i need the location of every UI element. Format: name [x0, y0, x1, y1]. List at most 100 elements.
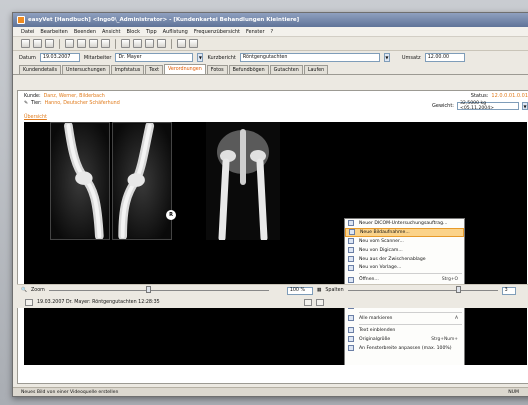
context-menu-item[interactable]: Neuer DICOM-Untersuchungsauftrag... [345, 219, 464, 228]
xray-image-1[interactable] [50, 122, 110, 240]
menu-item[interactable]: Datei [21, 29, 34, 35]
close-icon[interactable] [177, 39, 186, 48]
kunde-link[interactable]: Danz, Werner, Bilderbach [44, 94, 105, 99]
zoom-value[interactable]: 100 % [286, 286, 313, 295]
menu-item[interactable]: ? [271, 29, 274, 35]
redo-icon[interactable] [133, 39, 142, 48]
xray-image-3[interactable] [206, 122, 280, 240]
tab[interactable]: Gutachten [269, 65, 303, 74]
tier-link[interactable]: Hanno, Deutscher Schäferhund [45, 101, 120, 106]
mitarbeiter-field[interactable]: Dr. Mayer [115, 53, 194, 62]
tab[interactable]: Text [145, 65, 163, 74]
toolbar [13, 37, 528, 51]
zoom-label: Zoom [30, 288, 45, 293]
spalten-icon: ▦ [316, 288, 322, 293]
menu-item[interactable]: Tipp [146, 29, 157, 35]
search-icon[interactable] [157, 39, 166, 48]
menu-item[interactable]: Block [126, 29, 140, 35]
grid-icon[interactable] [145, 39, 154, 48]
image-viewer[interactable]: R Neuer DICOM-Untersuchungsauftrag... Neu… [24, 122, 527, 365]
context-menu-label: Neu vom Scanner... [359, 238, 404, 244]
paste-icon[interactable] [89, 39, 98, 48]
tab[interactable]: Befundbögen [228, 65, 269, 74]
weight-area: Gewicht: 32,5000 kg <05.11.2004> ▼ [432, 101, 528, 111]
context-menu-label: Neuer DICOM-Untersuchungsauftrag... [359, 220, 448, 226]
context-menu-item[interactable]: Alle markieren A [345, 314, 464, 323]
status-value: 12.0.0.01.0.01 [491, 93, 528, 99]
next-icon[interactable] [315, 298, 324, 306]
print-icon[interactable] [101, 39, 110, 48]
undo-icon[interactable] [121, 39, 130, 48]
copy-icon[interactable] [77, 39, 86, 48]
spalten-slider[interactable] [347, 285, 498, 294]
gewicht-field[interactable]: 32,5000 kg <05.11.2004> [457, 101, 519, 111]
patient-info: Kunde: Danz, Werner, Bilderbach ✎ Tier: … [18, 91, 528, 113]
context-menu-item[interactable]: Neu von Digicam... [345, 246, 464, 255]
menu-item[interactable]: Ansicht [102, 29, 120, 35]
prev-icon[interactable] [303, 298, 312, 306]
menu-item[interactable]: Fenster [246, 29, 265, 35]
menu-item[interactable]: Frequenzübersicht [194, 29, 240, 35]
context-menu-item[interactable]: Originalgröße Strg+Num+ [345, 335, 464, 344]
chevron-down-icon[interactable]: ▼ [383, 53, 390, 62]
window-title: easyVet [Handbuch] <Ingo0\_Administrator… [28, 17, 300, 23]
umsatz-field[interactable]: 12.00.00 [424, 53, 465, 62]
kunde-label: Kunde: [24, 94, 41, 99]
mitarbeiter-label: Mitarbeiter [83, 54, 112, 61]
tab[interactable]: Untersuchungen [62, 65, 110, 74]
zoom-slider-knob[interactable] [145, 285, 151, 293]
app-icon [17, 16, 25, 24]
context-menu-label: Neu von Vorlage... [359, 265, 402, 271]
nav-icon[interactable] [25, 298, 33, 306]
menu-item[interactable]: Beenden [74, 29, 96, 35]
zoom-slider[interactable] [48, 285, 269, 294]
context-menu-shortcut: A [454, 315, 458, 321]
xray-graphic [113, 123, 171, 239]
save-icon[interactable] [45, 39, 54, 48]
status-bar: Neues Bild von einer Videoquelle erstell… [13, 387, 528, 396]
spalten-value[interactable]: 3 [501, 286, 516, 295]
context-menu-item[interactable]: Neu vom Scanner... [345, 237, 464, 246]
section-label[interactable]: Übersicht [24, 115, 47, 120]
context-menu-item[interactable]: Neu von Vorlage... [345, 263, 464, 272]
menu-item-icon [348, 264, 354, 271]
tab[interactable]: Impfstatus [110, 65, 145, 74]
tab[interactable]: Verordnungen [163, 64, 206, 74]
chevron-down-icon[interactable]: ▼ [197, 53, 204, 62]
side-marker: R [166, 210, 176, 220]
chevron-down-icon[interactable]: ▼ [522, 102, 528, 110]
open-icon[interactable] [33, 39, 42, 48]
record-entry: 19.03.2007 Dr. Mayer: Röntgengutachten 1… [37, 299, 160, 305]
new-icon[interactable] [21, 39, 30, 48]
context-menu-item[interactable]: An Fensterbreite anpassen (max. 100%) [345, 344, 464, 353]
menu-item-icon [348, 345, 354, 352]
menu-item[interactable]: Bearbeiten [40, 29, 67, 35]
num-indicator: NUM [508, 389, 519, 395]
datum-field[interactable]: 19.03.2007 [39, 53, 80, 62]
tab[interactable]: Laufen [303, 65, 329, 74]
context-menu-item[interactable]: Neu aus der Zwischenablage [345, 255, 464, 264]
main-content: Kunde: Danz, Werner, Bilderbach ✎ Tier: … [17, 90, 528, 384]
menu-item-icon [348, 315, 354, 322]
spalten-slider-knob[interactable] [456, 285, 462, 293]
desktop-background: easyVet [Handbuch] <Ingo0\_Administrator… [0, 0, 528, 405]
menu-item-icon [348, 220, 354, 227]
menu-separator [359, 311, 462, 313]
search-icon[interactable]: 🔍 [21, 288, 27, 293]
umsatz-label: Umsatz [401, 54, 421, 61]
context-menu-item[interactable]: Neue Bildaufnahme... [345, 227, 464, 237]
context-menu-label: Alle markieren [359, 315, 393, 321]
context-menu-item[interactable]: Öffnen... Strg+O [345, 275, 464, 284]
context-menu-label: Neu aus der Zwischenablage [359, 256, 426, 262]
xray-image-2[interactable] [112, 122, 172, 240]
context-menu-label: An Fensterbreite anpassen (max. 100%) [359, 345, 452, 351]
cut-icon[interactable] [65, 39, 74, 48]
filter-icon[interactable] [189, 39, 198, 48]
toolbar-separator [171, 38, 172, 49]
menu-item-icon [349, 229, 355, 236]
tab[interactable]: Kundendetails [19, 65, 62, 74]
context-menu-item[interactable]: Text einblenden [345, 326, 464, 335]
menu-item[interactable]: Auflistung [163, 29, 188, 35]
kurzbericht-field[interactable]: Röntgengutachten [239, 53, 380, 62]
tab[interactable]: Fotos [206, 65, 228, 74]
